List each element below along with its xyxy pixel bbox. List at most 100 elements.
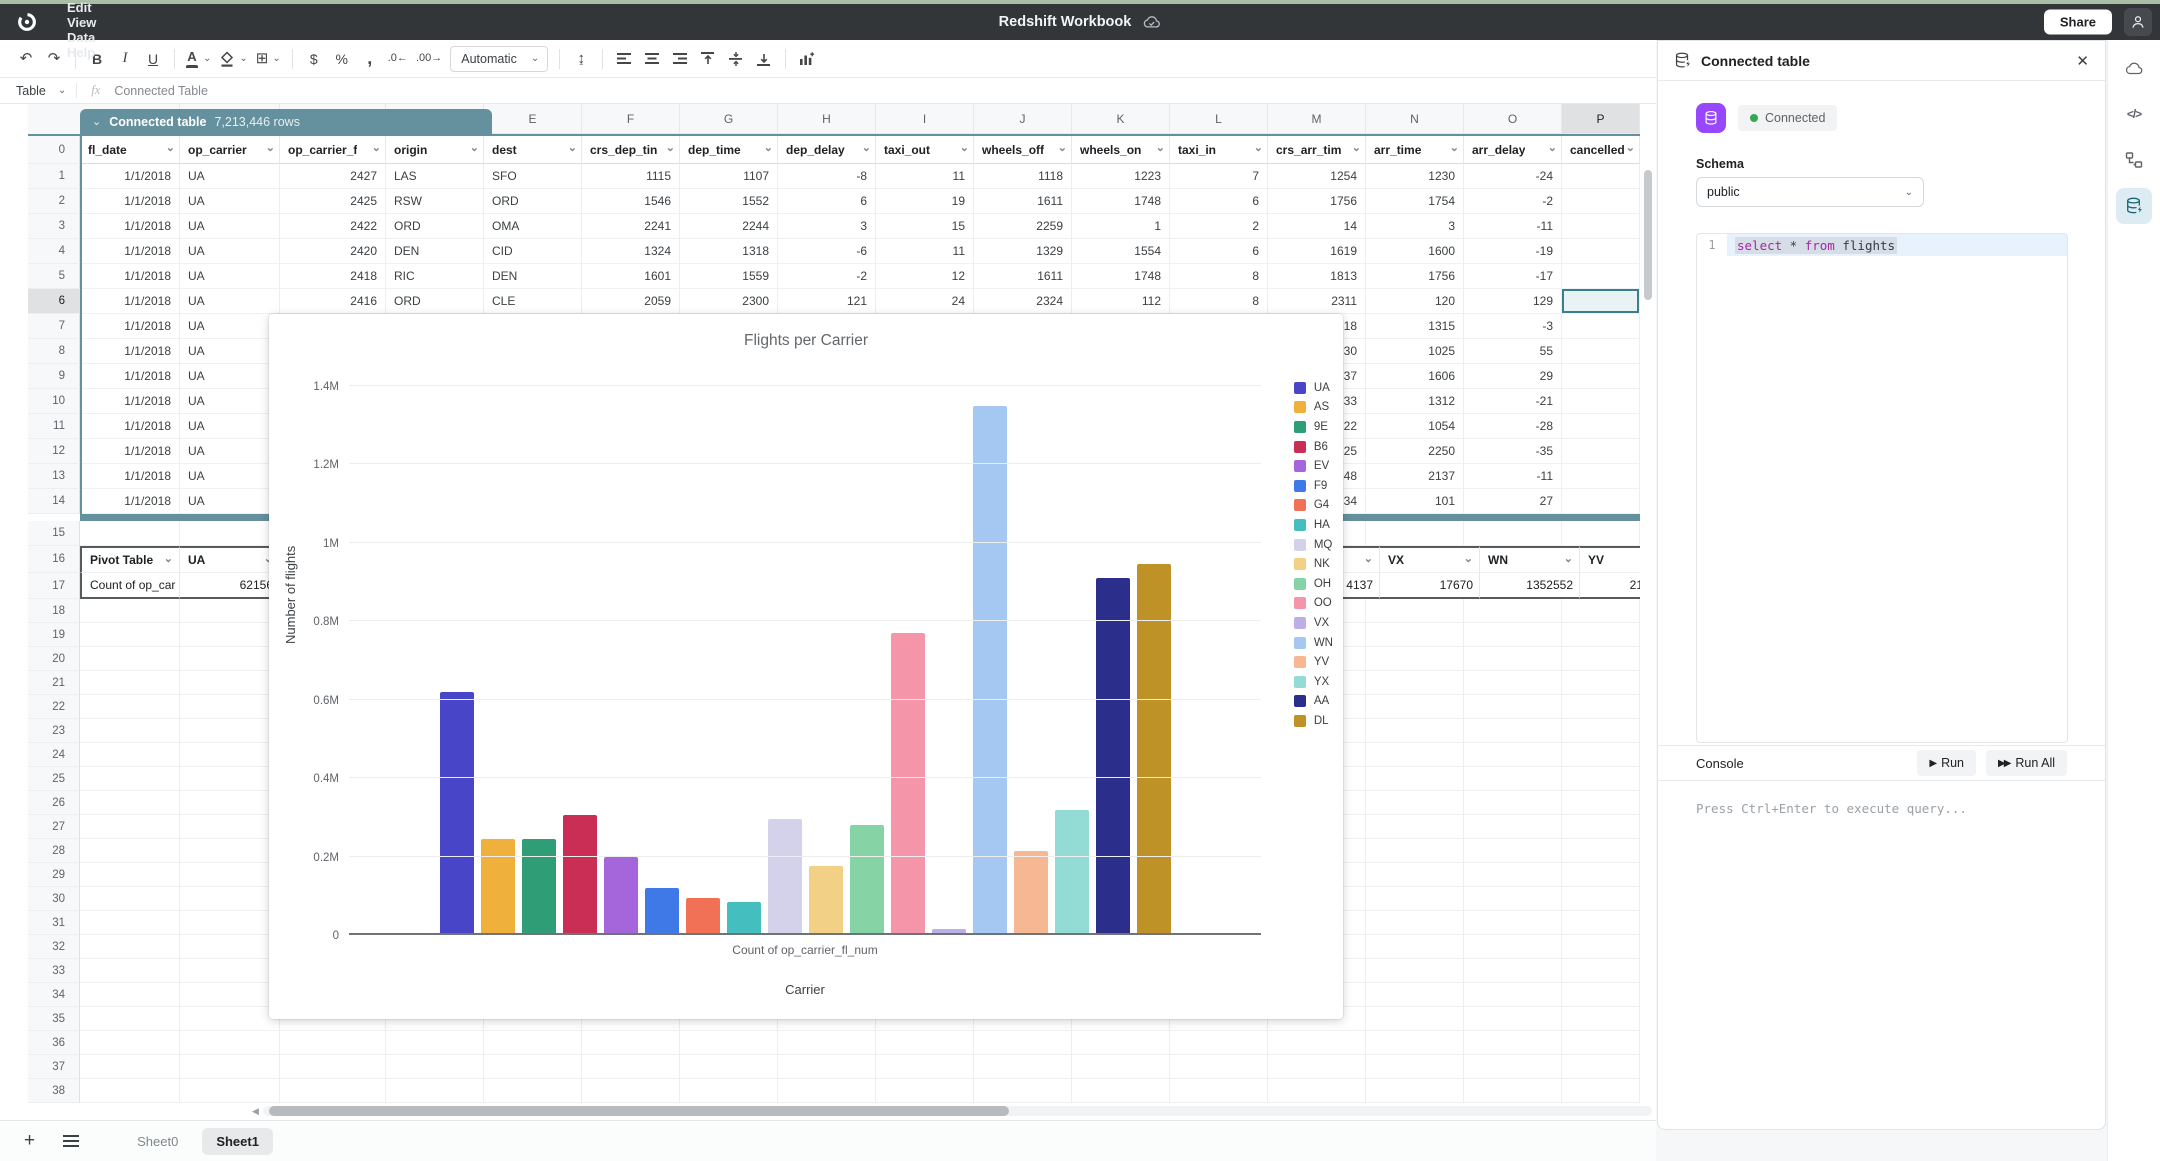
- cell[interactable]: [80, 959, 180, 983]
- comma-format-button[interactable]: ,: [357, 46, 383, 72]
- cell[interactable]: [1464, 791, 1562, 815]
- cell[interactable]: [1464, 647, 1562, 671]
- cell[interactable]: 14: [1268, 214, 1366, 239]
- bar-HA[interactable]: [727, 902, 761, 935]
- bar-MQ[interactable]: [768, 819, 802, 935]
- pivot-cell[interactable]: 21: [1580, 573, 1640, 599]
- increase-decimal-button[interactable]: .00→: [413, 46, 445, 72]
- cell[interactable]: [80, 1007, 180, 1031]
- bar-AS[interactable]: [481, 839, 515, 935]
- cell[interactable]: [974, 1055, 1072, 1079]
- row-number[interactable]: 24: [28, 743, 80, 767]
- cell[interactable]: [1366, 863, 1464, 887]
- cell[interactable]: [778, 1055, 876, 1079]
- cell[interactable]: 1223: [1072, 164, 1170, 189]
- cell[interactable]: 1/1/2018: [80, 464, 180, 489]
- cell[interactable]: [1366, 521, 1464, 546]
- cell[interactable]: [582, 1031, 680, 1055]
- chevron-down-icon[interactable]: ⌄: [1564, 552, 1573, 565]
- legend-item[interactable]: YV: [1294, 652, 1333, 672]
- cell[interactable]: [1464, 959, 1562, 983]
- chevron-down-icon[interactable]: ⌄: [470, 141, 479, 154]
- sql-editor[interactable]: 1 select * from flights: [1696, 233, 2068, 743]
- text-color-button[interactable]: A⌄: [183, 46, 214, 72]
- legend-item[interactable]: DL: [1294, 711, 1333, 731]
- cell[interactable]: [1562, 599, 1640, 623]
- cell[interactable]: [180, 767, 280, 791]
- cell[interactable]: [180, 983, 280, 1007]
- cell[interactable]: [1464, 935, 1562, 959]
- cell[interactable]: -19: [1464, 239, 1562, 264]
- cell[interactable]: 1312: [1366, 389, 1464, 414]
- chevron-down-icon[interactable]: ⌄: [1352, 141, 1361, 154]
- row-number[interactable]: 18: [28, 599, 80, 623]
- underline-button[interactable]: U: [140, 46, 166, 72]
- scrollbar-track[interactable]: [263, 1106, 1652, 1116]
- row-number[interactable]: 26: [28, 791, 80, 815]
- cell[interactable]: [1464, 623, 1562, 647]
- cell[interactable]: [1366, 959, 1464, 983]
- cell[interactable]: 27: [1464, 489, 1562, 514]
- cell[interactable]: [1464, 1031, 1562, 1055]
- cell[interactable]: [1170, 1031, 1268, 1055]
- column-header-fl_date[interactable]: fl_date⌄: [80, 136, 180, 164]
- cell[interactable]: [80, 863, 180, 887]
- run-button[interactable]: ▶ Run: [1917, 750, 1976, 776]
- row-number[interactable]: 37: [28, 1055, 80, 1079]
- cell[interactable]: 6: [778, 189, 876, 214]
- cell[interactable]: [80, 671, 180, 695]
- cell[interactable]: 1600: [1366, 239, 1464, 264]
- cell[interactable]: 120: [1366, 289, 1464, 314]
- decrease-decimal-button[interactable]: .0←: [385, 46, 411, 72]
- name-box[interactable]: Table⌄: [0, 84, 76, 98]
- cell[interactable]: [680, 1031, 778, 1055]
- cell[interactable]: [180, 1007, 280, 1031]
- cell[interactable]: [1464, 671, 1562, 695]
- cell[interactable]: UA: [180, 439, 280, 464]
- column-header-arr_time[interactable]: arr_time⌄: [1366, 136, 1464, 164]
- column-header-crs_dep_tin[interactable]: crs_dep_tin⌄: [582, 136, 680, 164]
- menu-edit[interactable]: Edit: [54, 0, 109, 15]
- cell[interactable]: 1/1/2018: [80, 414, 180, 439]
- cell[interactable]: 19: [876, 189, 974, 214]
- pivot-cell[interactable]: 62156: [180, 573, 280, 599]
- cell[interactable]: 12: [876, 264, 974, 289]
- cell[interactable]: 1: [1072, 214, 1170, 239]
- bar-OH[interactable]: [850, 825, 884, 935]
- cell[interactable]: [1464, 983, 1562, 1007]
- cell[interactable]: [1562, 314, 1640, 339]
- cell[interactable]: [180, 887, 280, 911]
- cell[interactable]: [386, 1031, 484, 1055]
- chevron-down-icon[interactable]: ⌄: [166, 141, 175, 154]
- row-number[interactable]: 36: [28, 1031, 80, 1055]
- cell[interactable]: [280, 1031, 386, 1055]
- schema-select[interactable]: public⌄: [1696, 177, 1924, 207]
- cell[interactable]: [1562, 623, 1640, 647]
- cell[interactable]: [1562, 791, 1640, 815]
- chevron-down-icon[interactable]: ⌄: [1548, 141, 1557, 154]
- cell[interactable]: -2: [778, 264, 876, 289]
- cell[interactable]: [1366, 695, 1464, 719]
- cell[interactable]: 24: [876, 289, 974, 314]
- cell[interactable]: LAS: [386, 164, 484, 189]
- cell[interactable]: 112: [1072, 289, 1170, 314]
- cell[interactable]: 2420: [280, 239, 386, 264]
- cell[interactable]: [1268, 1079, 1366, 1103]
- legend-item[interactable]: EV: [1294, 456, 1333, 476]
- cell[interactable]: ORD: [484, 189, 582, 214]
- cell[interactable]: [1366, 1079, 1464, 1103]
- cell[interactable]: UA: [180, 239, 280, 264]
- cell[interactable]: [1366, 1031, 1464, 1055]
- workbook-title[interactable]: Redshift Workbook: [999, 14, 1132, 30]
- cell[interactable]: [1464, 863, 1562, 887]
- row-number[interactable]: 13: [28, 464, 80, 489]
- cell[interactable]: 2: [1170, 214, 1268, 239]
- cell[interactable]: -35: [1464, 439, 1562, 464]
- cell[interactable]: [1366, 599, 1464, 623]
- chevron-down-icon[interactable]: ⌄: [1464, 552, 1473, 565]
- cell[interactable]: [80, 1079, 180, 1103]
- row-number[interactable]: 0: [28, 136, 80, 164]
- cell[interactable]: [1464, 521, 1562, 546]
- legend-item[interactable]: YX: [1294, 672, 1333, 692]
- cell[interactable]: RSW: [386, 189, 484, 214]
